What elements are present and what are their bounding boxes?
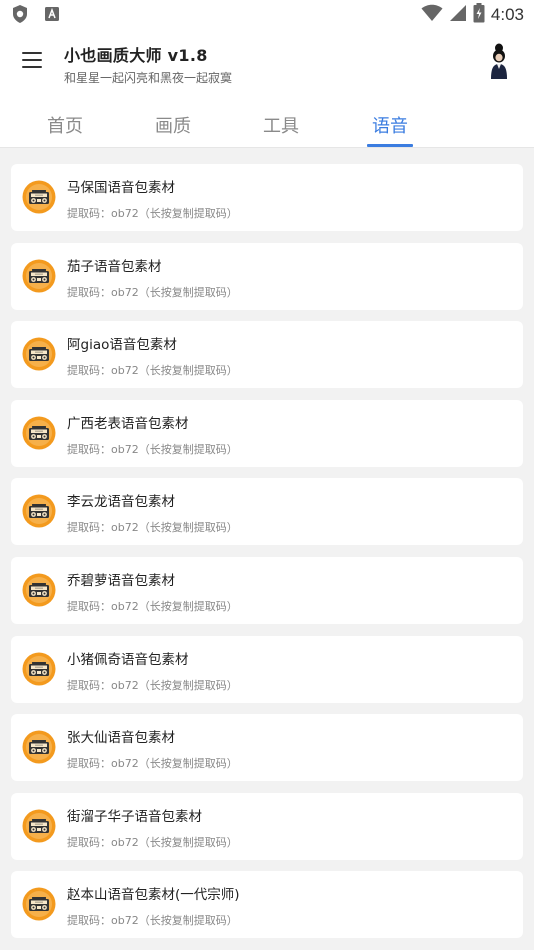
list-item-title: 小猪佩奇语音包素材	[67, 651, 189, 668]
status-time: 4:03	[490, 5, 524, 24]
list-item-title: 阿giao语音包素材	[67, 337, 177, 354]
list-item-title: 广西老表语音包素材	[67, 415, 189, 432]
radio-cassette-icon	[22, 652, 56, 686]
app-header: 小也画质大师 v1.8 和星星一起闪亮和黑夜一起寂寞	[0, 28, 534, 98]
list-item-subtitle: 提取码：ob72（长按复制提取码）	[67, 678, 238, 692]
tab-quality[interactable]: 画质	[143, 112, 203, 138]
shield-icon	[12, 5, 28, 27]
list-item-title: 街溜子华子语音包素材	[67, 808, 202, 825]
tab-voice[interactable]: 语音	[360, 112, 420, 138]
status-right-icons: 4:03	[421, 3, 524, 27]
list-item[interactable]: 张大仙语音包素材 提取码：ob72（长按复制提取码）	[11, 714, 523, 782]
radio-cassette-icon	[22, 494, 56, 528]
hamburger-menu-icon[interactable]	[20, 50, 44, 72]
wifi-icon	[421, 4, 443, 26]
list-item-title: 乔碧萝语音包素材	[67, 572, 175, 589]
list-item[interactable]: 乔碧萝语音包素材 提取码：ob72（长按复制提取码）	[11, 556, 523, 624]
radio-cassette-icon	[22, 416, 56, 450]
list-item[interactable]: 小猪佩奇语音包素材 提取码：ob72（长按复制提取码）	[11, 635, 523, 703]
radio-cassette-icon	[22, 573, 56, 607]
list-item[interactable]: 李云龙语音包素材 提取码：ob72（长按复制提取码）	[11, 478, 523, 546]
list-item-subtitle: 提取码：ob72（长按复制提取码）	[67, 207, 238, 220]
list-item-subtitle: 提取码：ob72（长按复制提取码）	[67, 599, 238, 613]
list-item-subtitle: 提取码：ob72（长按复制提取码）	[67, 521, 238, 535]
app-title: 小也画质大师 v1.8	[64, 46, 208, 65]
tab-home[interactable]: 首页	[35, 112, 95, 138]
radio-cassette-icon	[22, 887, 56, 921]
title-block: 小也画质大师 v1.8 和星星一起闪亮和黑夜一起寂寞	[64, 42, 232, 86]
list-item-subtitle: 提取码：ob72（长按复制提取码）	[67, 914, 238, 928]
radio-cassette-icon	[22, 180, 56, 214]
list-item-title: 茄子语音包素材	[67, 258, 162, 275]
list-item[interactable]: 阿giao语音包素材 提取码：ob72（长按复制提取码）	[11, 321, 523, 389]
list-item-subtitle: 提取码：ob72（长按复制提取码）	[67, 364, 238, 378]
tab-tools[interactable]: 工具	[251, 112, 311, 138]
radio-cassette-icon	[22, 337, 56, 371]
list-item-title: 马保国语音包素材	[67, 180, 175, 196]
app-subtitle: 和星星一起闪亮和黑夜一起寂寞	[64, 71, 233, 85]
list-item-subtitle: 提取码：ob72（长按复制提取码）	[67, 757, 238, 771]
list-item-title: 赵本山语音包素材(一代宗师)	[67, 887, 240, 904]
active-tab-indicator	[367, 144, 413, 147]
list-item-subtitle: 提取码：ob72（长按复制提取码）	[67, 442, 238, 456]
list-item[interactable]: 茄子语音包素材 提取码：ob72（长按复制提取码）	[11, 242, 523, 310]
list-item-title: 张大仙语音包素材	[67, 730, 175, 747]
tab-bar: 首页 画质 工具 语音	[0, 98, 534, 148]
user-avatar-icon[interactable]	[484, 42, 514, 80]
list-item[interactable]: 赵本山语音包素材(一代宗师) 提取码：ob72（长按复制提取码）	[11, 871, 523, 939]
list-item[interactable]: 街溜子华子语音包素材 提取码：ob72（长按复制提取码）	[11, 792, 523, 860]
radio-cassette-icon	[22, 809, 56, 843]
battery-charging-icon	[473, 3, 485, 27]
voice-pack-list: 马保国语音包素材 提取码：ob72（长按复制提取码） 茄子语音包素材 提取码：o…	[11, 164, 523, 950]
status-bar: 4:03	[0, 0, 534, 28]
list-item[interactable]: 广西老表语音包素材 提取码：ob72（长按复制提取码）	[11, 399, 523, 467]
list-item[interactable]: 马保国语音包素材 提取码：ob72（长按复制提取码）	[11, 164, 523, 231]
radio-cassette-icon	[22, 730, 56, 764]
list-item-subtitle: 提取码：ob72（长按复制提取码）	[67, 835, 238, 849]
status-left-icons	[12, 5, 60, 27]
list-item-title: 李云龙语音包素材	[67, 494, 175, 511]
radio-cassette-icon	[22, 259, 56, 293]
list-item-subtitle: 提取码：ob72（长按复制提取码）	[67, 285, 238, 299]
font-a-icon	[44, 6, 60, 26]
signal-icon	[449, 4, 467, 26]
